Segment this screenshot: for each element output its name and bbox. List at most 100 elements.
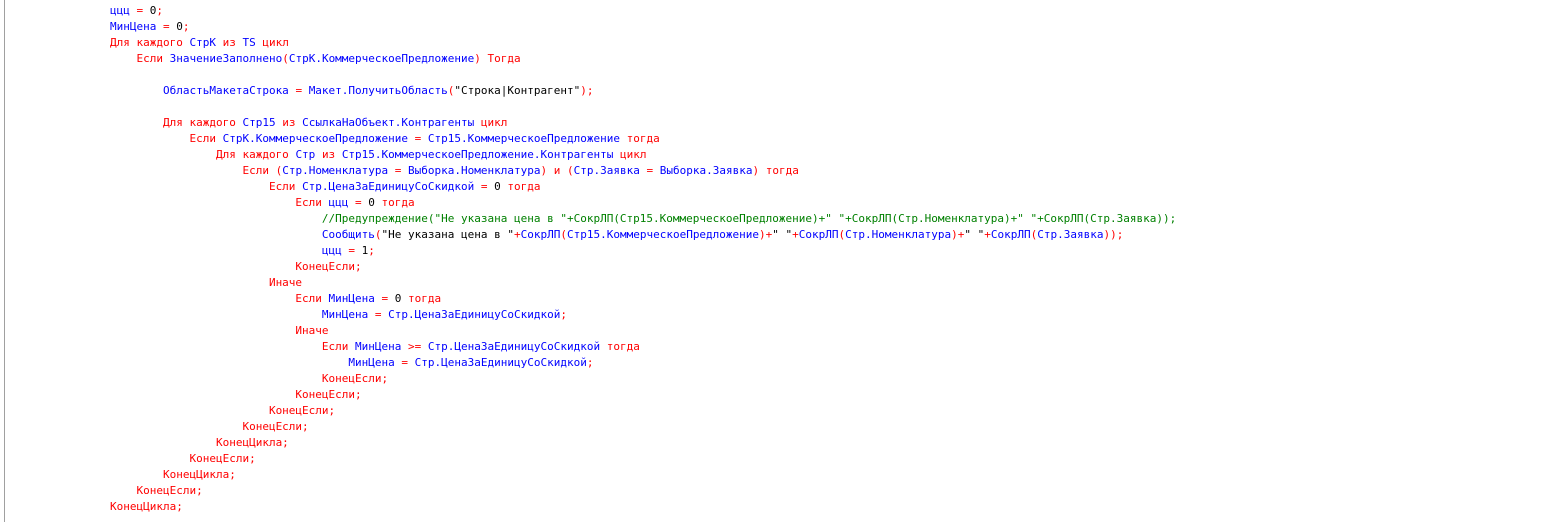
code-token: Если	[110, 292, 329, 305]
code-line[interactable]: КонецЦикла;	[110, 435, 1176, 451]
code-token: Стр.ЦенаЗаЕдиницуСоСкидкой	[414, 356, 587, 369]
code-token: =	[295, 84, 309, 97]
code-token: =	[136, 4, 150, 17]
code-token: КонецЕсли;	[110, 484, 203, 497]
code-token: //Предупреждение("Не указана цена в "+Со…	[110, 212, 1177, 225]
code-token: цикл	[262, 36, 289, 49]
code-token: Иначе	[110, 324, 329, 337]
code-line[interactable]: МинЦена = Стр.ЦенаЗаЕдиницуСоСкидкой;	[110, 307, 1176, 323]
code-token: КонецЕсли;	[110, 260, 362, 273]
code-line[interactable]: КонецЕсли;	[110, 451, 1176, 467]
code-line[interactable]: ццц = 1;	[110, 243, 1176, 259]
code-token: " "	[964, 228, 985, 241]
code-token: Если	[110, 164, 276, 177]
code-token: ццц	[110, 4, 137, 17]
code-token: тогда	[381, 196, 415, 209]
code-token: )	[752, 164, 766, 177]
code-token: Стр.Номенклатура	[282, 164, 395, 177]
code-token: Для каждого	[110, 148, 296, 161]
code-token: )+	[759, 228, 773, 241]
code-line[interactable]: КонецЕсли;	[110, 403, 1176, 419]
code-line[interactable]: КонецЦикла;	[110, 499, 1176, 515]
code-line[interactable]: Для каждого Стр из Стр15.КоммерческоеПре…	[110, 147, 1176, 163]
code-line[interactable]: Если (Стр.Номенклатура = Выборка.Номенкл…	[110, 163, 1176, 179]
code-token: КонецЦикла;	[110, 436, 289, 449]
code-token: тогда	[606, 340, 640, 353]
code-token: Стр.Заявка	[573, 164, 647, 177]
code-text-area[interactable]: ццц = 0; МинЦена = 0; Для каждого СтрК из …	[110, 3, 1176, 515]
code-token: )	[474, 52, 488, 65]
code-editor[interactable]: ццц = 0; МинЦена = 0; Для каждого СтрК из …	[0, 0, 1550, 522]
code-token: >=	[408, 340, 428, 353]
code-token: TS	[242, 36, 263, 49]
code-line[interactable]: КонецЕсли;	[110, 371, 1176, 387]
code-token: из	[321, 148, 342, 161]
code-line[interactable]: Если СтрК.КоммерческоеПредложение = Стр1…	[110, 131, 1176, 147]
code-line[interactable]: Если ццц = 0 тогда	[110, 195, 1176, 211]
code-token: ;	[156, 4, 163, 17]
code-token: =	[414, 132, 428, 145]
code-token: Сообщить	[110, 228, 375, 241]
code-token: Стр.ЦенаЗаЕдиницуСоСкидкой	[302, 180, 481, 193]
code-token: =	[162, 20, 177, 33]
code-line[interactable]: КонецЕсли;	[110, 387, 1176, 403]
code-token: Стр15.КоммерческоеПредложение.Контрагент…	[341, 148, 620, 161]
code-line[interactable]: //Предупреждение("Не указана цена в "+Со…	[110, 211, 1176, 227]
code-token: цикл	[619, 148, 647, 161]
code-token: Стр.Номенклатура	[845, 228, 952, 241]
code-line[interactable]: КонецЦикла;	[110, 467, 1176, 483]
code-token: СтрК	[189, 36, 223, 49]
code-token: Если	[110, 196, 329, 209]
code-line[interactable]: Если ЗначениеЗаполнено(СтрК.Коммерческое…	[110, 51, 1176, 67]
code-token: =	[355, 196, 369, 209]
code-line[interactable]: МинЦена = Стр.ЦенаЗаЕдиницуСоСкидкой;	[110, 355, 1176, 371]
code-token: Для каждого	[110, 36, 190, 49]
code-token: цикл	[480, 116, 508, 129]
code-token: Стр.ЦенаЗаЕдиницуСоСкидкой	[427, 340, 607, 353]
code-token: Если	[110, 340, 356, 353]
code-line[interactable]: Если Стр.ЦенаЗаЕдиницуСоСкидкой = 0 тогд…	[110, 179, 1176, 195]
code-line[interactable]: Для каждого Стр15 из СсылкаНаОбъект.Конт…	[110, 115, 1176, 131]
code-line[interactable]: МинЦена = 0;	[110, 19, 1176, 35]
code-line[interactable]: Сообщить("Не указана цена в "+СокрЛП(Стр…	[110, 227, 1176, 243]
code-token: Стр.Заявка	[1037, 228, 1104, 241]
code-token: Для каждого	[110, 116, 243, 129]
code-token: Тогда	[487, 52, 521, 65]
code-token: КонецЕсли;	[110, 404, 336, 417]
code-line[interactable]	[110, 99, 1176, 115]
code-line[interactable]: ццц = 0;	[110, 3, 1176, 19]
code-token: Стр15	[242, 116, 283, 129]
code-token: );	[580, 84, 594, 97]
code-token: тогда	[507, 180, 541, 193]
code-token: 0	[394, 292, 409, 305]
code-token: тогда	[408, 292, 442, 305]
code-token: ОбластьМакетаСтрока	[110, 84, 296, 97]
code-token: +	[513, 228, 521, 241]
code-token: ццц	[110, 244, 349, 257]
code-line[interactable]: ОбластьМакетаСтрока = Макет.ПолучитьОбла…	[110, 83, 1176, 99]
code-line[interactable]: Для каждого СтрК из TS цикл	[110, 35, 1176, 51]
code-line[interactable]: КонецЕсли;	[110, 419, 1176, 435]
code-token: (	[560, 228, 567, 241]
code-line[interactable]: КонецЕсли;	[110, 483, 1176, 499]
code-token: Выборка.Номенклатура	[408, 164, 541, 177]
code-line[interactable]	[110, 67, 1176, 83]
code-token: МинЦена	[328, 292, 382, 305]
code-token: =	[646, 164, 660, 177]
code-line[interactable]: Если МинЦена >= Стр.ЦенаЗаЕдиницуСоСкидк…	[110, 339, 1176, 355]
code-token: МинЦена	[110, 308, 375, 321]
code-line[interactable]: Если МинЦена = 0 тогда	[110, 291, 1176, 307]
code-token: Стр15.КоммерческоеПредложение	[566, 228, 760, 241]
code-line[interactable]: КонецЕсли;	[110, 259, 1176, 275]
code-token: "Не указана цена в "	[381, 228, 514, 241]
code-token: МинЦена	[110, 356, 402, 369]
code-token: ;	[586, 356, 594, 369]
code-token: Если	[110, 132, 223, 145]
editor-gutter-border	[4, 0, 5, 522]
code-token: тогда	[765, 164, 799, 177]
code-line[interactable]: Иначе	[110, 323, 1176, 339]
code-token: Если	[110, 180, 303, 193]
code-token: 0	[176, 20, 183, 33]
code-token: +	[792, 228, 799, 241]
code-line[interactable]: Иначе	[110, 275, 1176, 291]
